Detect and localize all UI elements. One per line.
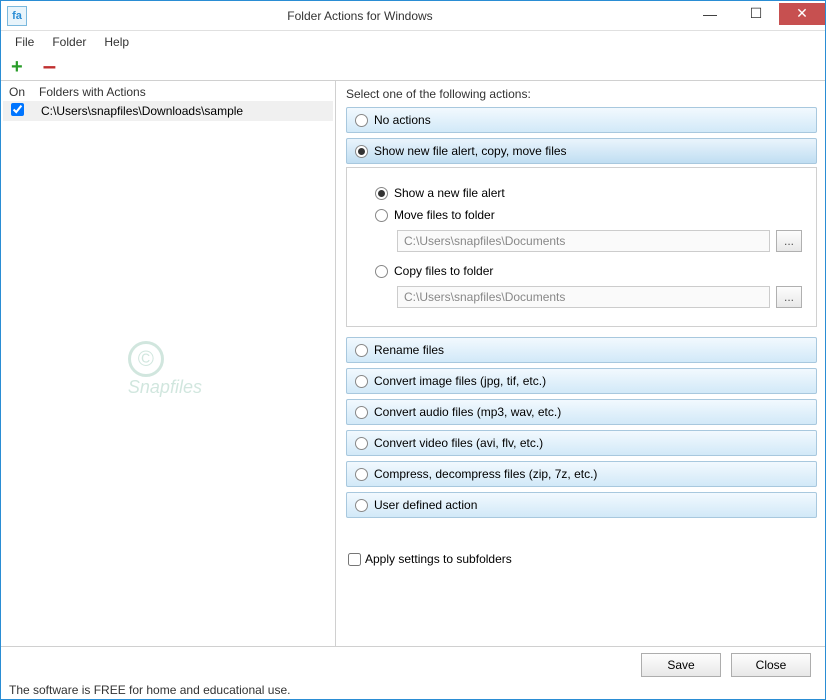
toolbar: + – <box>1 53 825 81</box>
close-button[interactable]: ✕ <box>779 3 825 25</box>
titlebar: fa Folder Actions for Windows — ☐ ✕ <box>1 1 825 31</box>
action-label: Compress, decompress files (zip, 7z, etc… <box>374 467 597 481</box>
close-dialog-button[interactable]: Close <box>731 653 811 677</box>
action-convert-audio[interactable]: Convert audio files (mp3, wav, etc.) <box>346 399 817 425</box>
action-no-actions[interactable]: No actions <box>346 107 817 133</box>
actions-panel: Select one of the following actions: No … <box>336 81 825 646</box>
apply-subfolders-row[interactable]: Apply settings to subfolders <box>346 546 817 566</box>
action-convert-video[interactable]: Convert video files (avi, flv, etc.) <box>346 430 817 456</box>
sub-label: Copy files to folder <box>394 264 493 278</box>
action-label: Convert image files (jpg, tif, etc.) <box>374 374 546 388</box>
statusbar: The software is FREE for home and educat… <box>1 682 825 700</box>
menubar: File Folder Help <box>1 31 825 53</box>
app-icon: fa <box>7 6 27 26</box>
sub-label: Move files to folder <box>394 208 495 222</box>
copy-path-row: ... <box>397 286 802 308</box>
folder-path: C:\Users\snapfiles\Downloads\sample <box>41 104 243 118</box>
maximize-button[interactable]: ☐ <box>733 3 779 25</box>
action-show-alert[interactable]: Show new file alert, copy, move files <box>346 138 817 164</box>
action-user-defined[interactable]: User defined action <box>346 492 817 518</box>
radio-icon[interactable] <box>375 209 388 222</box>
apply-subfolders-checkbox[interactable] <box>348 553 361 566</box>
folders-header: On Folders with Actions <box>1 81 335 101</box>
apply-subfolders-label: Apply settings to subfolders <box>365 552 512 566</box>
radio-icon[interactable] <box>375 265 388 278</box>
action-label: No actions <box>374 113 431 127</box>
column-on: On <box>9 85 39 99</box>
window-controls: — ☐ ✕ <box>687 7 825 25</box>
sub-show-alert[interactable]: Show a new file alert <box>375 186 802 200</box>
action-label: Rename files <box>374 343 444 357</box>
folder-row[interactable]: C:\Users\snapfiles\Downloads\sample <box>3 101 333 121</box>
remove-icon[interactable]: – <box>43 55 56 79</box>
sub-label: Show a new file alert <box>394 186 505 200</box>
menu-help[interactable]: Help <box>96 33 137 51</box>
sub-panel: Show a new file alert Move files to fold… <box>346 167 817 327</box>
radio-icon[interactable] <box>375 187 388 200</box>
action-compress[interactable]: Compress, decompress files (zip, 7z, etc… <box>346 461 817 487</box>
action-label: Convert audio files (mp3, wav, etc.) <box>374 405 561 419</box>
menu-file[interactable]: File <box>7 33 42 51</box>
radio-icon[interactable] <box>355 344 368 357</box>
copy-path-input[interactable] <box>397 286 770 308</box>
radio-icon[interactable] <box>355 375 368 388</box>
content: On Folders with Actions C:\Users\snapfil… <box>1 81 825 646</box>
radio-icon[interactable] <box>355 468 368 481</box>
action-label: User defined action <box>374 498 477 512</box>
move-path-input[interactable] <box>397 230 770 252</box>
minimize-button[interactable]: — <box>687 3 733 25</box>
column-folders: Folders with Actions <box>39 85 146 99</box>
action-convert-image[interactable]: Convert image files (jpg, tif, etc.) <box>346 368 817 394</box>
folder-enabled-checkbox[interactable] <box>11 103 24 116</box>
bottom-buttons: Save Close <box>1 646 825 682</box>
sub-move[interactable]: Move files to folder <box>375 208 802 222</box>
action-label: Convert video files (avi, flv, etc.) <box>374 436 543 450</box>
browse-copy-button[interactable]: ... <box>776 286 802 308</box>
radio-icon[interactable] <box>355 406 368 419</box>
window-title: Folder Actions for Windows <box>33 9 687 23</box>
browse-move-button[interactable]: ... <box>776 230 802 252</box>
radio-icon[interactable] <box>355 114 368 127</box>
watermark: © Snapfiles <box>128 341 202 398</box>
menu-folder[interactable]: Folder <box>44 33 94 51</box>
radio-icon[interactable] <box>355 145 368 158</box>
move-path-row: ... <box>397 230 802 252</box>
save-button[interactable]: Save <box>641 653 721 677</box>
folders-panel: On Folders with Actions C:\Users\snapfil… <box>1 81 336 646</box>
radio-icon[interactable] <box>355 499 368 512</box>
actions-heading: Select one of the following actions: <box>346 85 817 107</box>
action-rename[interactable]: Rename files <box>346 337 817 363</box>
radio-icon[interactable] <box>355 437 368 450</box>
add-icon[interactable]: + <box>11 57 23 77</box>
sub-copy[interactable]: Copy files to folder <box>375 264 802 278</box>
action-label: Show new file alert, copy, move files <box>374 144 567 158</box>
